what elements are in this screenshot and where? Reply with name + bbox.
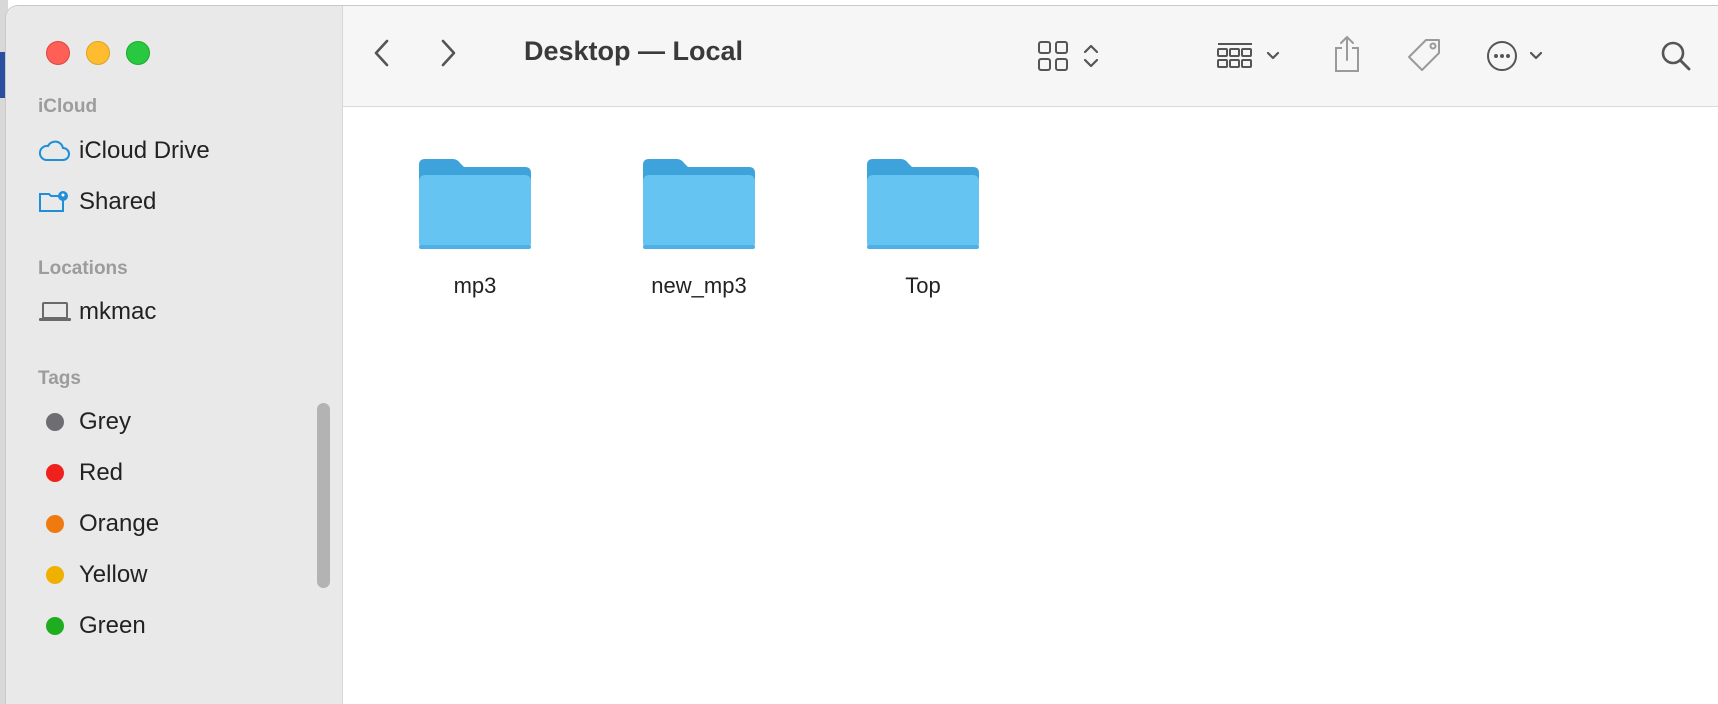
tag-dot-icon — [46, 566, 64, 584]
search-button[interactable] — [1658, 38, 1694, 74]
view-mode-button[interactable] — [1037, 39, 1107, 73]
group-icon — [1217, 43, 1280, 68]
back-icon — [374, 39, 389, 67]
sidebar-item-label: Green — [79, 612, 146, 639]
back-button[interactable] — [365, 36, 399, 70]
toolbar: Desktop — Local — [343, 6, 1718, 107]
sidebar-tag-yellow[interactable]: Yellow — [38, 555, 328, 595]
sidebar-item-label: Yellow — [79, 561, 148, 588]
search-icon — [1661, 41, 1691, 71]
laptop-icon — [38, 297, 72, 327]
sidebar-item-icloud-drive[interactable]: iCloud Drive — [38, 131, 328, 171]
sidebar-heading-locations: Locations — [38, 258, 128, 279]
folder-icon — [643, 159, 755, 249]
file-browser-content: mp3 new_mp3 Top — [343, 107, 1718, 704]
cloud-icon — [38, 136, 72, 166]
forward-button[interactable] — [431, 36, 465, 70]
file-item[interactable]: new_mp3 — [599, 157, 799, 299]
sidebar-item-shared[interactable]: Shared — [38, 182, 328, 222]
sidebar-tag-orange[interactable]: Orange — [38, 504, 328, 544]
sidebar-item-label: Orange — [79, 510, 160, 537]
file-name: Top — [905, 273, 941, 298]
file-item[interactable]: mp3 — [375, 157, 575, 299]
window-title: Desktop — Local — [524, 36, 744, 66]
sidebar-scrollbar[interactable] — [317, 403, 330, 588]
tag-dot-icon — [46, 464, 64, 482]
tag-dot-icon — [46, 413, 64, 431]
sidebar-tag-red[interactable]: Red — [38, 453, 328, 493]
tag-button[interactable] — [1402, 36, 1446, 76]
file-item[interactable]: Top — [823, 157, 1023, 299]
tag-dot-icon — [46, 515, 64, 533]
icon-view-icon — [1038, 41, 1099, 71]
sidebar-item-label: mkmac — [79, 298, 157, 325]
sidebar-item-label: Shared — [79, 188, 157, 215]
zoom-button[interactable] — [126, 41, 150, 65]
sidebar-item-label: Grey — [79, 408, 132, 435]
file-name: new_mp3 — [651, 273, 747, 298]
close-button[interactable] — [46, 41, 70, 65]
sidebar-tag-grey[interactable]: Grey — [38, 402, 328, 442]
forward-icon — [441, 39, 456, 67]
shared-folder-icon — [38, 187, 72, 217]
sidebar-item-label: Red — [79, 459, 124, 486]
share-icon — [1335, 36, 1359, 72]
sidebar-item-mkmac[interactable]: mkmac — [38, 292, 328, 332]
sidebar-tag-green[interactable]: Green — [38, 606, 328, 646]
folder-icon — [867, 159, 979, 249]
sidebar-item-label: iCloud Drive — [79, 137, 210, 164]
finder-window: iCloud iCloud Drive Shared Locations mkm… — [6, 6, 1718, 704]
share-button[interactable] — [1327, 32, 1367, 76]
minimize-button[interactable] — [86, 41, 110, 65]
tag-icon — [1408, 39, 1440, 71]
sidebar-heading-tags: Tags — [38, 368, 81, 389]
folder-icon — [419, 159, 531, 249]
sidebar: iCloud iCloud Drive Shared Locations mkm… — [6, 6, 343, 704]
group-button[interactable] — [1216, 39, 1288, 73]
tag-dot-icon — [46, 617, 64, 635]
file-name: mp3 — [453, 273, 497, 298]
sidebar-heading-icloud: iCloud — [38, 96, 98, 117]
